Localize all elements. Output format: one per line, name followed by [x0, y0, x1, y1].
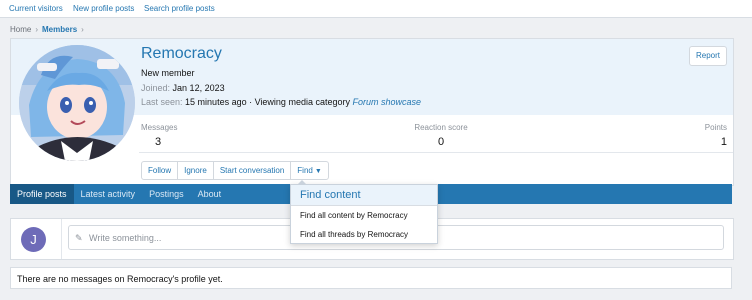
- stat-messages: Messages 3: [141, 123, 177, 148]
- chevron-right-icon: ›: [81, 25, 84, 34]
- avatar-image: [19, 45, 135, 161]
- stat-messages-label: Messages: [141, 123, 178, 132]
- breadcrumb-members[interactable]: Members: [42, 25, 77, 34]
- stat-reaction-value: 0: [437, 136, 445, 148]
- joined-date: Jan 12, 2023: [172, 83, 225, 93]
- stat-reaction-label: Reaction score: [414, 123, 468, 132]
- subnav-current-visitors[interactable]: Current visitors: [9, 4, 63, 13]
- member-joined: Joined: Jan 12, 2023: [141, 83, 225, 93]
- tab-latest-activity[interactable]: Latest activity: [74, 184, 143, 204]
- breadcrumb-home[interactable]: Home: [10, 25, 31, 34]
- empty-messages-notice: There are no messages on Remocracy's pro…: [10, 267, 732, 289]
- member-avatar[interactable]: [19, 45, 135, 161]
- breadcrumb: Home › Members ›: [10, 25, 88, 34]
- last-seen-link[interactable]: Forum showcase: [353, 97, 422, 107]
- stat-points-label: Points: [704, 123, 727, 132]
- find-dropdown-menu: Find content Find all content by Remocra…: [290, 180, 438, 244]
- tab-about[interactable]: About: [191, 184, 229, 204]
- caret-down-icon: ▼: [314, 168, 322, 175]
- write-something-placeholder: Write something...: [89, 233, 162, 243]
- ignore-button[interactable]: Ignore: [177, 161, 214, 180]
- member-header-card: Remocracy New member Joined: Jan 12, 202…: [10, 38, 734, 186]
- member-username[interactable]: Remocracy: [141, 45, 222, 63]
- last-seen-value: 15 minutes ago · Viewing media category: [185, 97, 350, 107]
- stat-reaction-score: Reaction score 0: [401, 123, 481, 148]
- start-conversation-button[interactable]: Start conversation: [212, 161, 292, 180]
- pencil-icon: ✎: [75, 233, 83, 243]
- tab-postings[interactable]: Postings: [142, 184, 191, 204]
- report-button[interactable]: Report: [689, 46, 727, 66]
- member-last-seen: Last seen: 15 minutes ago · Viewing medi…: [141, 97, 421, 107]
- current-user-avatar[interactable]: J: [21, 227, 46, 252]
- stat-points: Points 1: [679, 123, 727, 148]
- menu-item-find-all-threads[interactable]: Find all threads by Remocracy: [291, 225, 437, 244]
- sub-navigation: Current visitors New profile posts Searc…: [0, 0, 752, 18]
- divider: [139, 152, 733, 153]
- last-seen-label: Last seen:: [141, 97, 183, 107]
- tab-profile-posts[interactable]: Profile posts: [10, 184, 74, 204]
- member-action-buttons: Follow Ignore Start conversation Find ▼: [141, 161, 329, 180]
- stat-messages-value[interactable]: 3: [155, 136, 177, 148]
- find-button-label: Find: [297, 166, 313, 175]
- divider: [61, 219, 62, 259]
- menu-pointer: [297, 180, 307, 185]
- stat-points-value[interactable]: 1: [679, 136, 727, 148]
- subnav-search-profile-posts[interactable]: Search profile posts: [144, 4, 215, 13]
- follow-button[interactable]: Follow: [141, 161, 179, 180]
- find-menu-button[interactable]: Find ▼: [290, 161, 329, 180]
- member-title: New member: [141, 68, 195, 78]
- subnav-new-profile-posts[interactable]: New profile posts: [73, 4, 134, 13]
- chevron-right-icon: ›: [35, 25, 39, 34]
- find-menu-title: Find content: [291, 185, 437, 206]
- menu-item-find-all-content[interactable]: Find all content by Remocracy: [291, 206, 437, 225]
- joined-label: Joined:: [141, 83, 171, 93]
